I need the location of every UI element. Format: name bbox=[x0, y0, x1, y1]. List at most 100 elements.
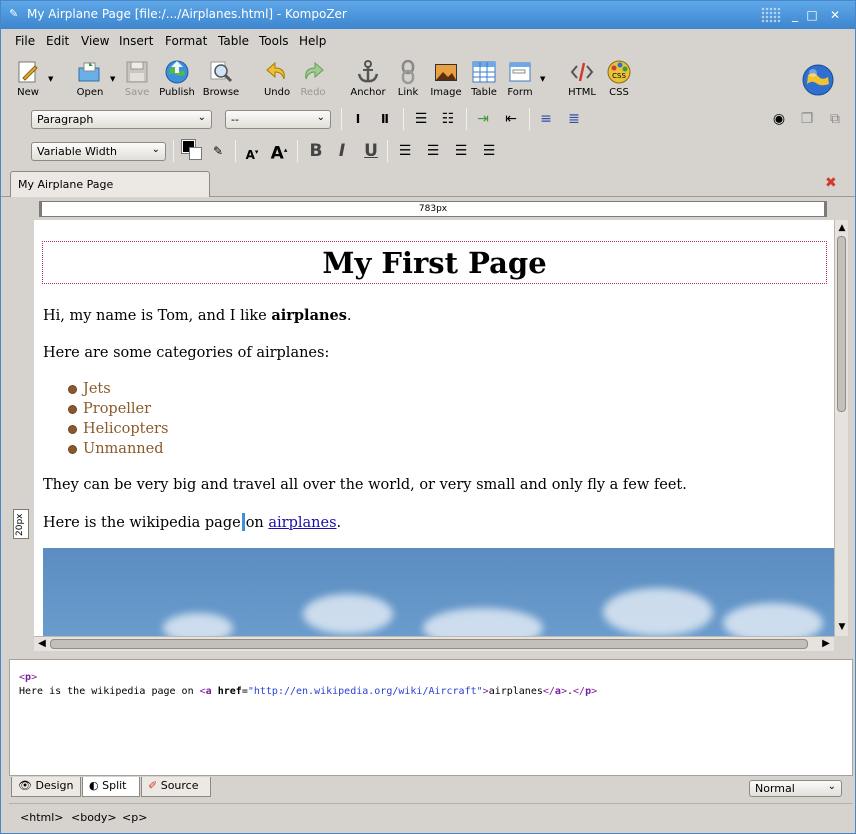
css-label: CSS bbox=[609, 87, 629, 98]
anchor-label: Anchor bbox=[350, 87, 386, 98]
maximize-button[interactable]: □ bbox=[804, 7, 820, 23]
categories-list: Jets Propeller Helicopters Unmanned bbox=[68, 379, 168, 459]
font-select[interactable]: -- ⌄ bbox=[225, 110, 331, 129]
position-icon[interactable]: ⧉ bbox=[825, 109, 845, 129]
vertical-ruler: 20px bbox=[13, 509, 29, 539]
tab-source[interactable]: ✐ Source bbox=[141, 777, 211, 797]
menu-file[interactable]: File bbox=[15, 34, 35, 48]
css-button[interactable]: CSS CSS bbox=[597, 59, 641, 101]
src-link-text: airplanes bbox=[488, 686, 543, 697]
menu-insert[interactable]: Insert bbox=[119, 34, 153, 48]
bullet-list-icon[interactable]: ☷ bbox=[438, 109, 458, 129]
width-mode-select[interactable]: Variable Width ⌄ bbox=[31, 142, 166, 161]
minimize-button[interactable]: _ bbox=[787, 7, 803, 23]
indent-icon[interactable]: ⇥ bbox=[473, 109, 493, 129]
intro-paragraph[interactable]: Hi, my name is Tom, and I like airplanes… bbox=[43, 307, 352, 324]
outdent-icon[interactable]: ⇤ bbox=[501, 109, 521, 129]
ruler-height-label: 20px bbox=[15, 513, 25, 537]
chevron-down-icon: ⌄ bbox=[827, 781, 836, 792]
view-mode-value: Normal bbox=[755, 782, 795, 795]
smaller-text-icon[interactable]: Ⅰ bbox=[348, 109, 368, 129]
layer-icon[interactable]: ◉ bbox=[769, 109, 789, 129]
align-bottom-icon[interactable]: ≣ bbox=[564, 109, 584, 129]
separator bbox=[235, 140, 236, 162]
publish-button[interactable]: Publish bbox=[155, 59, 199, 101]
save-disk-icon bbox=[126, 61, 148, 83]
new-button[interactable]: New bbox=[6, 59, 50, 101]
menu-edit[interactable]: Edit bbox=[46, 34, 69, 48]
status-bar: <html> <body> <p> bbox=[9, 803, 853, 829]
src-gt: > bbox=[591, 686, 598, 697]
align-center-icon[interactable]: ☰ bbox=[423, 141, 443, 161]
new-dropdown-icon[interactable]: ▼ bbox=[48, 75, 53, 83]
wiki-paragraph[interactable]: Here is the wikipedia page on airplanes. bbox=[43, 513, 341, 531]
open-button[interactable]: Open bbox=[68, 59, 112, 101]
airplane-image[interactable] bbox=[43, 548, 834, 636]
horizontal-scroll-thumb[interactable] bbox=[50, 639, 808, 649]
menu-format[interactable]: Format bbox=[165, 34, 207, 48]
list-item[interactable]: Jets bbox=[68, 379, 168, 399]
close-window-button[interactable]: ✕ bbox=[827, 7, 843, 23]
scroll-left-icon[interactable]: ◀ bbox=[35, 637, 49, 651]
list-item[interactable]: Propeller bbox=[68, 399, 168, 419]
list-item[interactable]: Unmanned bbox=[68, 439, 168, 459]
close-tab-icon[interactable]: ✖ bbox=[825, 176, 839, 190]
decrease-font-size-icon[interactable]: A▾ bbox=[242, 142, 262, 162]
larger-text-icon[interactable]: Ⅱ bbox=[375, 109, 395, 129]
edit-mode-tabs: 👁 Design ◐ Split ✐ Source bbox=[9, 777, 853, 799]
editor-canvas[interactable]: My First Page Hi, my name is Tom, and I … bbox=[34, 220, 834, 636]
highlight-pen-icon[interactable]: ✎ bbox=[208, 141, 228, 161]
menu-table[interactable]: Table bbox=[218, 34, 249, 48]
underline-button[interactable]: U bbox=[361, 141, 381, 161]
vertical-scroll-thumb[interactable] bbox=[837, 236, 846, 412]
status-path-body[interactable]: <body> bbox=[71, 811, 117, 824]
heading-block[interactable]: My First Page bbox=[42, 241, 827, 284]
title-bar[interactable]: ✎ My Airplane Page [file:/.../Airplanes.… bbox=[1, 1, 855, 29]
numbered-list-icon[interactable]: ☰ bbox=[411, 109, 431, 129]
scroll-up-icon[interactable]: ▲ bbox=[836, 221, 848, 235]
align-left-icon[interactable]: ☰ bbox=[395, 141, 415, 161]
tab-design[interactable]: 👁 Design bbox=[11, 777, 81, 797]
src-lt-slash: </ bbox=[573, 686, 586, 697]
copy-layer-icon[interactable]: ❐ bbox=[797, 109, 817, 129]
bold-button[interactable]: B bbox=[306, 141, 326, 161]
airplanes-link[interactable]: airplanes bbox=[268, 515, 336, 531]
scroll-right-icon[interactable]: ▶ bbox=[819, 637, 833, 651]
align-top-icon[interactable]: ≡ bbox=[536, 109, 556, 129]
source-pane[interactable]: <p> Here is the wikipedia page on <a hre… bbox=[9, 659, 853, 776]
list-item[interactable]: Helicopters bbox=[68, 419, 168, 439]
magnifier-icon bbox=[210, 61, 233, 83]
separator bbox=[466, 108, 467, 130]
kompozer-icon[interactable]: ✎ bbox=[9, 8, 21, 20]
background-color-swatch[interactable] bbox=[189, 147, 202, 160]
titlebar-grip bbox=[761, 7, 781, 23]
scroll-down-icon[interactable]: ▼ bbox=[836, 620, 848, 634]
horizontal-scrollbar[interactable]: ◀ ▶ bbox=[34, 636, 834, 651]
italic-button[interactable]: I bbox=[332, 141, 352, 161]
menu-view[interactable]: View bbox=[81, 34, 109, 48]
form-button[interactable]: Form bbox=[498, 59, 542, 101]
categories-intro[interactable]: Here are some categories of airplanes: bbox=[43, 345, 329, 361]
anchor-button[interactable]: Anchor bbox=[346, 59, 390, 101]
increase-font-size-icon[interactable]: A▴ bbox=[269, 140, 289, 164]
form-dropdown-icon[interactable]: ▼ bbox=[540, 75, 545, 83]
save-button[interactable]: Save bbox=[115, 59, 159, 101]
status-path-html[interactable]: <html> bbox=[20, 811, 64, 824]
browse-button[interactable]: Browse bbox=[199, 59, 243, 101]
menu-help[interactable]: Help bbox=[299, 34, 326, 48]
justify-icon[interactable]: ☰ bbox=[479, 141, 499, 161]
tab-my-airplane-page[interactable]: My Airplane Page bbox=[10, 171, 210, 197]
image-icon bbox=[435, 64, 457, 81]
redo-button[interactable]: Redo bbox=[291, 59, 335, 101]
vertical-scrollbar[interactable]: ▲ ▼ bbox=[834, 220, 848, 636]
status-path-p[interactable]: <p> bbox=[122, 811, 147, 824]
separator bbox=[529, 108, 530, 130]
design-label: Design bbox=[35, 779, 74, 792]
view-mode-select[interactable]: Normal ⌄ bbox=[749, 780, 842, 797]
menu-tools[interactable]: Tools bbox=[259, 34, 289, 48]
tab-split[interactable]: ◐ Split bbox=[82, 777, 140, 797]
anchor-icon bbox=[357, 60, 379, 83]
align-right-icon[interactable]: ☰ bbox=[451, 141, 471, 161]
paragraph-style-select[interactable]: Paragraph ⌄ bbox=[31, 110, 212, 129]
size-paragraph[interactable]: They can be very big and travel all over… bbox=[43, 477, 687, 493]
